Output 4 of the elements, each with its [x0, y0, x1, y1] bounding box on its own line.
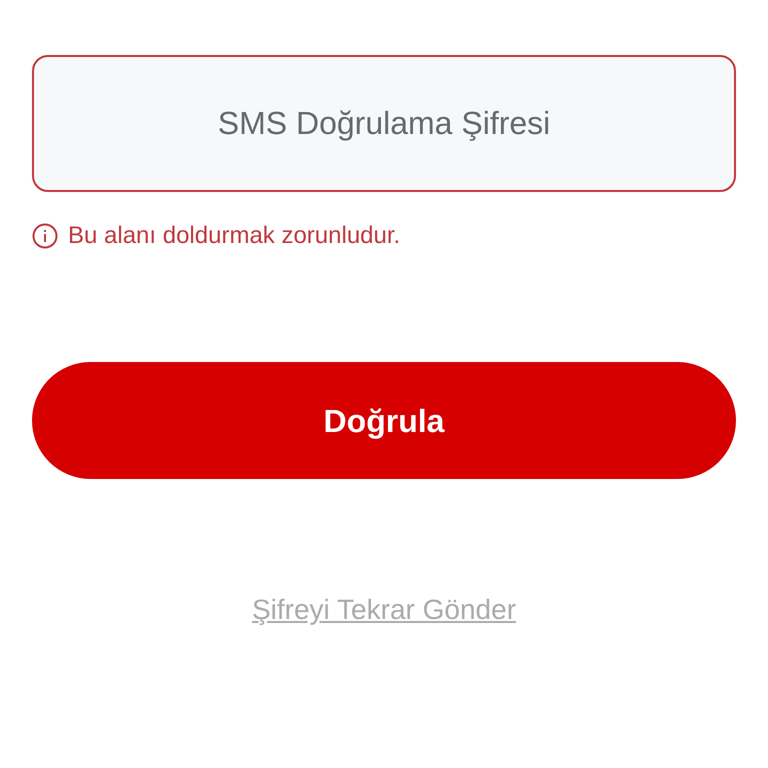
info-icon [32, 223, 58, 249]
verify-button[interactable]: Doğrula [32, 362, 736, 479]
error-message: Bu alanı doldurmak zorunludur. [68, 221, 400, 251]
code-field[interactable]: SMS Doğrulama Şifresi [32, 55, 736, 192]
